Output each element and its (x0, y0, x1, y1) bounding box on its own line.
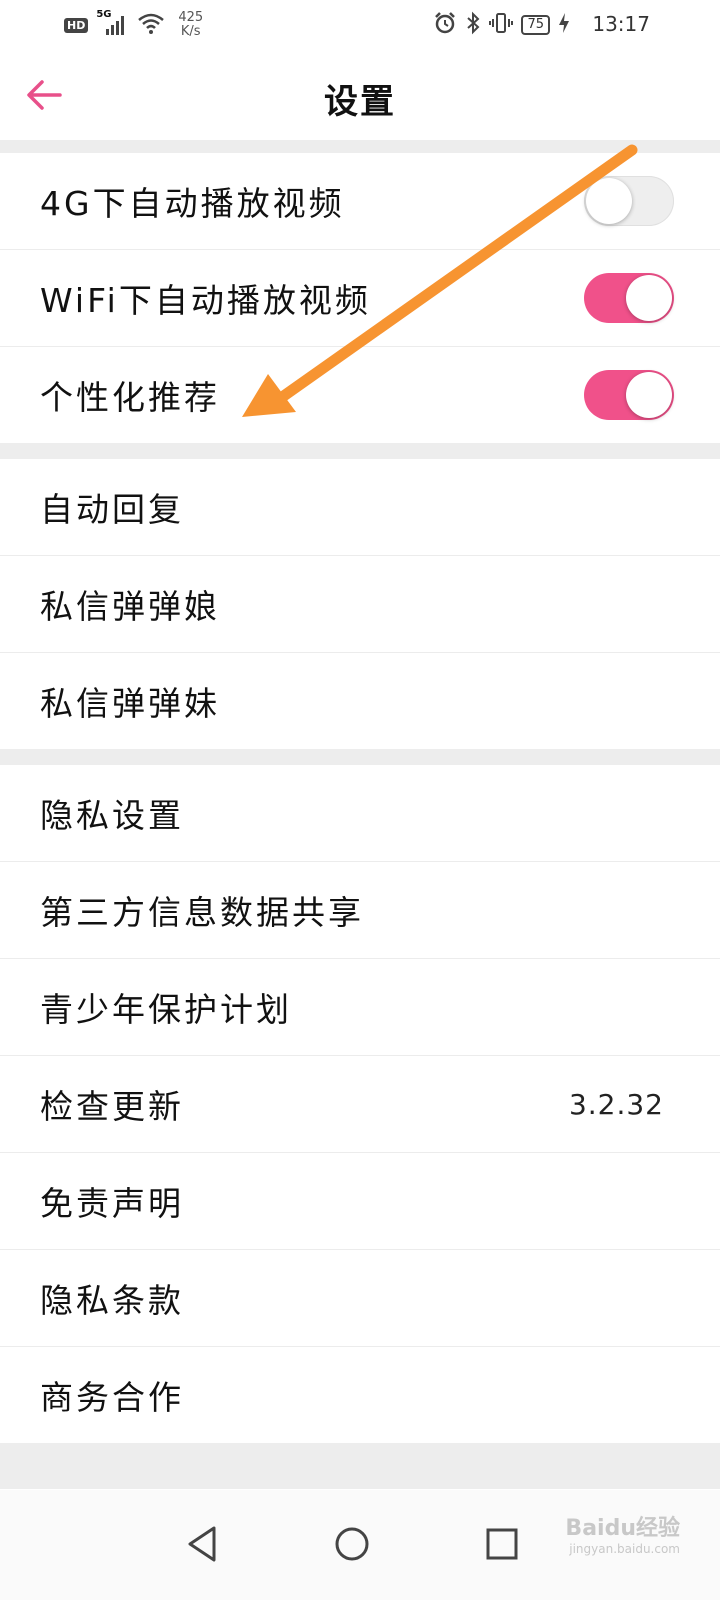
page-title: 设置 (324, 82, 396, 122)
charging-icon (558, 12, 570, 38)
network-speed: 425 K/s (178, 11, 203, 39)
setting-private-message-niang[interactable]: 私信弹弹娘 (0, 556, 720, 653)
setting-label: 私信弹弹娘 (40, 587, 220, 626)
setting-label: 第三方信息数据共享 (40, 893, 364, 932)
settings-list: 4G下自动播放视频 WiFi下自动播放视频 个性化推荐 自动回复 私信弹弹娘 私… (0, 140, 720, 1489)
setting-label: 自动回复 (40, 490, 184, 529)
setting-youth-protection[interactable]: 青少年保护计划 (0, 959, 720, 1056)
setting-business-cooperation[interactable]: 商务合作 (0, 1347, 720, 1443)
setting-label: 隐私条款 (40, 1281, 184, 1320)
network-type: 5G (96, 9, 112, 20)
hd-badge: HD (64, 17, 89, 33)
autoplay-wifi-toggle[interactable] (584, 273, 674, 323)
setting-label: 青少年保护计划 (40, 990, 292, 1029)
battery-indicator: 75 (521, 15, 550, 35)
clock: 13:17 (592, 12, 650, 36)
setting-label: 4G下自动播放视频 (40, 184, 345, 223)
setting-autoplay-4g[interactable]: 4G下自动播放视频 (0, 153, 720, 250)
setting-label: WiFi下自动播放视频 (40, 281, 371, 320)
autoplay-4g-toggle[interactable] (584, 176, 674, 226)
setting-personalized-recommendation[interactable]: 个性化推荐 (0, 347, 720, 443)
speed-value: 425 (178, 10, 204, 25)
setting-privacy-terms[interactable]: 隐私条款 (0, 1250, 720, 1347)
status-right: 75 (433, 10, 570, 40)
bluetooth-icon (465, 11, 481, 39)
setting-label: 免责声明 (40, 1184, 184, 1223)
nav-home-button[interactable] (326, 1518, 378, 1570)
setting-label: 隐私设置 (40, 796, 184, 835)
setting-autoplay-wifi[interactable]: WiFi下自动播放视频 (0, 250, 720, 347)
version-number: 3.2.32 (568, 1087, 664, 1121)
nav-back-button[interactable] (176, 1518, 228, 1570)
signal-icon: 5G (96, 9, 128, 37)
app-bar: 设置 (0, 50, 720, 141)
watermark-text: Baidu经验 (565, 1516, 680, 1541)
recents-square-icon (486, 1528, 518, 1560)
status-left: HD 5G 425 K/s (64, 8, 203, 42)
section-divider (0, 140, 720, 153)
setting-label: 个性化推荐 (40, 378, 220, 417)
toggle-knob (626, 275, 672, 321)
personalized-recommendation-toggle[interactable] (584, 370, 674, 420)
watermark-url: jingyan.baidu.com (569, 1542, 680, 1556)
setting-private-message-mei[interactable]: 私信弹弹妹 (0, 653, 720, 749)
setting-third-party-data-sharing[interactable]: 第三方信息数据共享 (0, 862, 720, 959)
section-divider (0, 749, 720, 765)
speed-unit: K/s (180, 24, 201, 39)
home-circle-icon (335, 1527, 369, 1561)
setting-check-update[interactable]: 检查更新 3.2.32 (0, 1056, 720, 1153)
bottom-spacer (0, 1443, 720, 1489)
toggle-knob (586, 178, 632, 224)
wifi-icon (136, 11, 166, 39)
setting-label: 私信弹弹妹 (40, 684, 220, 723)
vibrate-icon (489, 11, 514, 39)
toggle-knob (626, 372, 672, 418)
nav-recents-button[interactable] (476, 1518, 528, 1570)
status-bar: HD 5G 425 K/s 75 13:17 (0, 0, 720, 50)
setting-label: 检查更新 (40, 1087, 184, 1126)
back-triangle-icon (188, 1526, 216, 1562)
section-divider (0, 443, 720, 459)
setting-label: 商务合作 (40, 1378, 184, 1417)
setting-auto-reply[interactable]: 自动回复 (0, 459, 720, 556)
alarm-icon (433, 11, 457, 39)
setting-disclaimer[interactable]: 免责声明 (0, 1153, 720, 1250)
watermark: Baidu经验 jingyan.baidu.com (565, 1510, 680, 1556)
setting-privacy[interactable]: 隐私设置 (0, 765, 720, 862)
